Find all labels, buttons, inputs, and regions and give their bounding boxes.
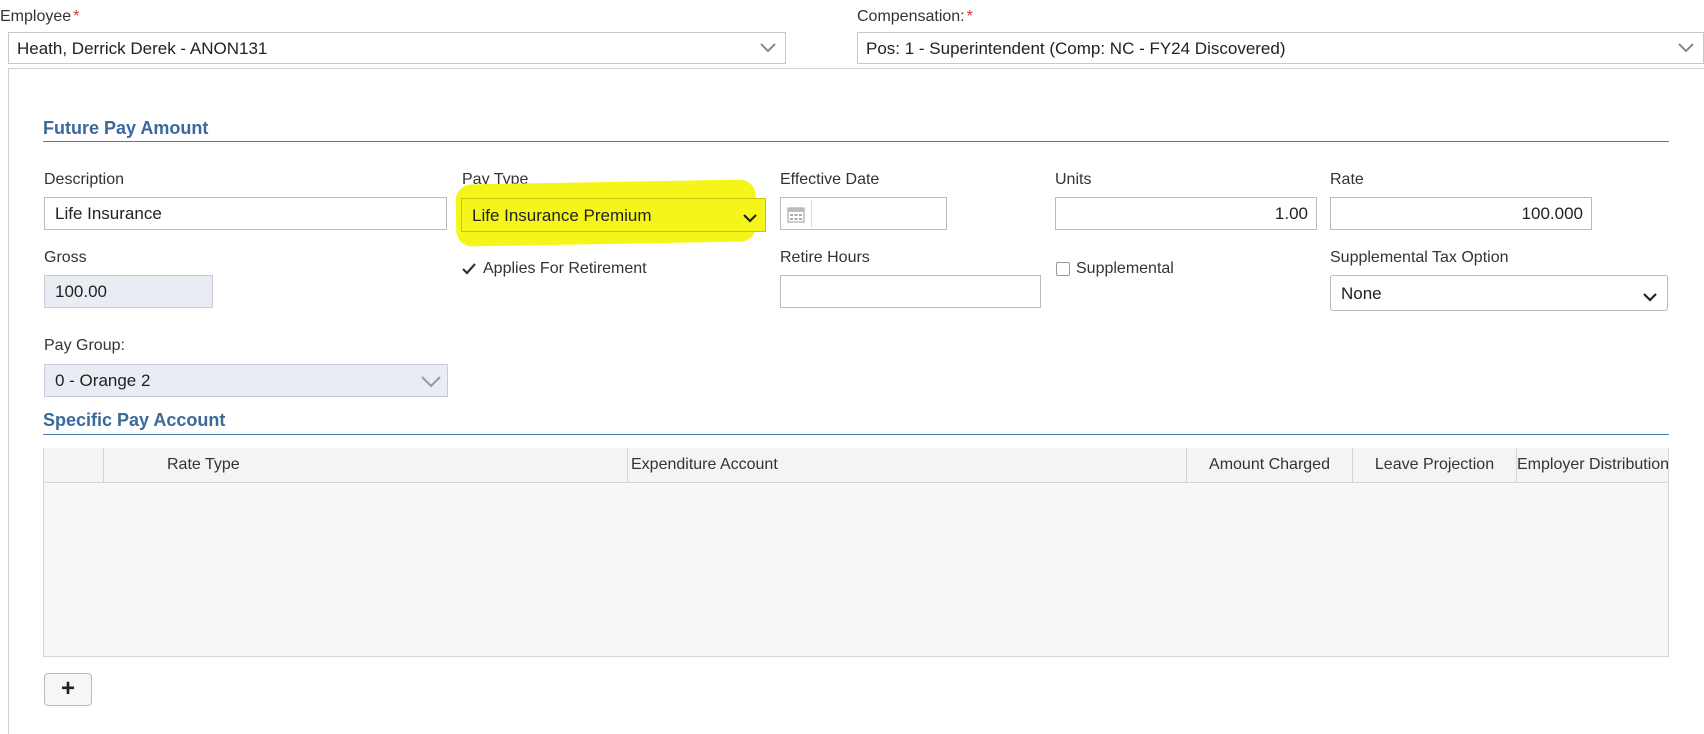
pay-group-label: Pay Group: <box>44 337 125 354</box>
chevron-down-icon[interactable] <box>1669 33 1703 63</box>
chevron-down-icon[interactable] <box>751 33 785 63</box>
chevron-down-icon[interactable] <box>1643 288 1657 308</box>
retire-hours-label: Retire Hours <box>780 249 870 266</box>
supplemental-tax-option-select[interactable]: None <box>1330 275 1668 311</box>
column-header[interactable]: Amount Charged <box>1187 448 1353 482</box>
employee-label: Employee * <box>0 8 80 25</box>
chevron-down-icon[interactable] <box>421 373 441 393</box>
supplemental-checkbox[interactable] <box>1056 262 1070 276</box>
applies-for-retirement-checkbox[interactable] <box>461 261 477 277</box>
compensation-label: Compensation: * <box>857 8 973 25</box>
calendar-icon[interactable] <box>787 205 805 228</box>
divider <box>811 200 812 227</box>
gross-input: 100.00 <box>44 275 213 308</box>
units-input[interactable]: 1.00 <box>1055 197 1317 230</box>
section-title-specific-pay-account: Specific Pay Account <box>43 410 226 430</box>
column-header[interactable]: Expenditure Account <box>628 448 1187 482</box>
rate-input[interactable]: 100.000 <box>1330 197 1592 230</box>
pay-type-value: Life Insurance Premium <box>472 206 652 225</box>
effective-date-input[interactable] <box>780 197 947 230</box>
column-header[interactable]: Leave Projection <box>1353 448 1517 482</box>
retire-hours-input[interactable] <box>780 275 1041 308</box>
section-divider <box>43 434 1669 435</box>
column-header[interactable]: Employer Distribution <box>1517 448 1669 482</box>
column-header[interactable]: Rate Type <box>104 448 628 482</box>
pay-type-select[interactable]: Life Insurance Premium <box>461 198 766 232</box>
applies-for-retirement-label: Applies For Retirement <box>483 260 647 277</box>
compensation-select[interactable]: Pos: 1 - Superintendent (Comp: NC - FY24… <box>857 32 1704 64</box>
grid-header-select <box>44 448 104 482</box>
pay-group-select[interactable]: 0 - Orange 2 <box>44 364 448 397</box>
supplemental-tax-option-label: Supplemental Tax Option <box>1330 249 1509 266</box>
supplemental-label: Supplemental <box>1076 260 1174 277</box>
grid-header: Rate Type Expenditure Account Amount Cha… <box>44 448 1669 483</box>
employee-select[interactable]: Heath, Derrick Derek - ANON131 <box>8 32 786 64</box>
gross-label: Gross <box>44 249 87 266</box>
chevron-down-icon[interactable] <box>743 209 757 229</box>
description-label: Description <box>44 171 125 188</box>
units-label: Units <box>1055 171 1092 188</box>
rate-label: Rate <box>1330 171 1364 188</box>
add-row-button[interactable]: + <box>44 673 92 706</box>
section-divider <box>43 141 1669 142</box>
section-title-future-pay: Future Pay Amount <box>43 118 209 138</box>
compensation-value: Pos: 1 - Superintendent (Comp: NC - FY24… <box>866 39 1286 58</box>
effective-date-label: Effective Date <box>780 171 880 188</box>
description-input[interactable]: Life Insurance <box>44 197 447 230</box>
employee-value: Heath, Derrick Derek - ANON131 <box>17 39 268 58</box>
